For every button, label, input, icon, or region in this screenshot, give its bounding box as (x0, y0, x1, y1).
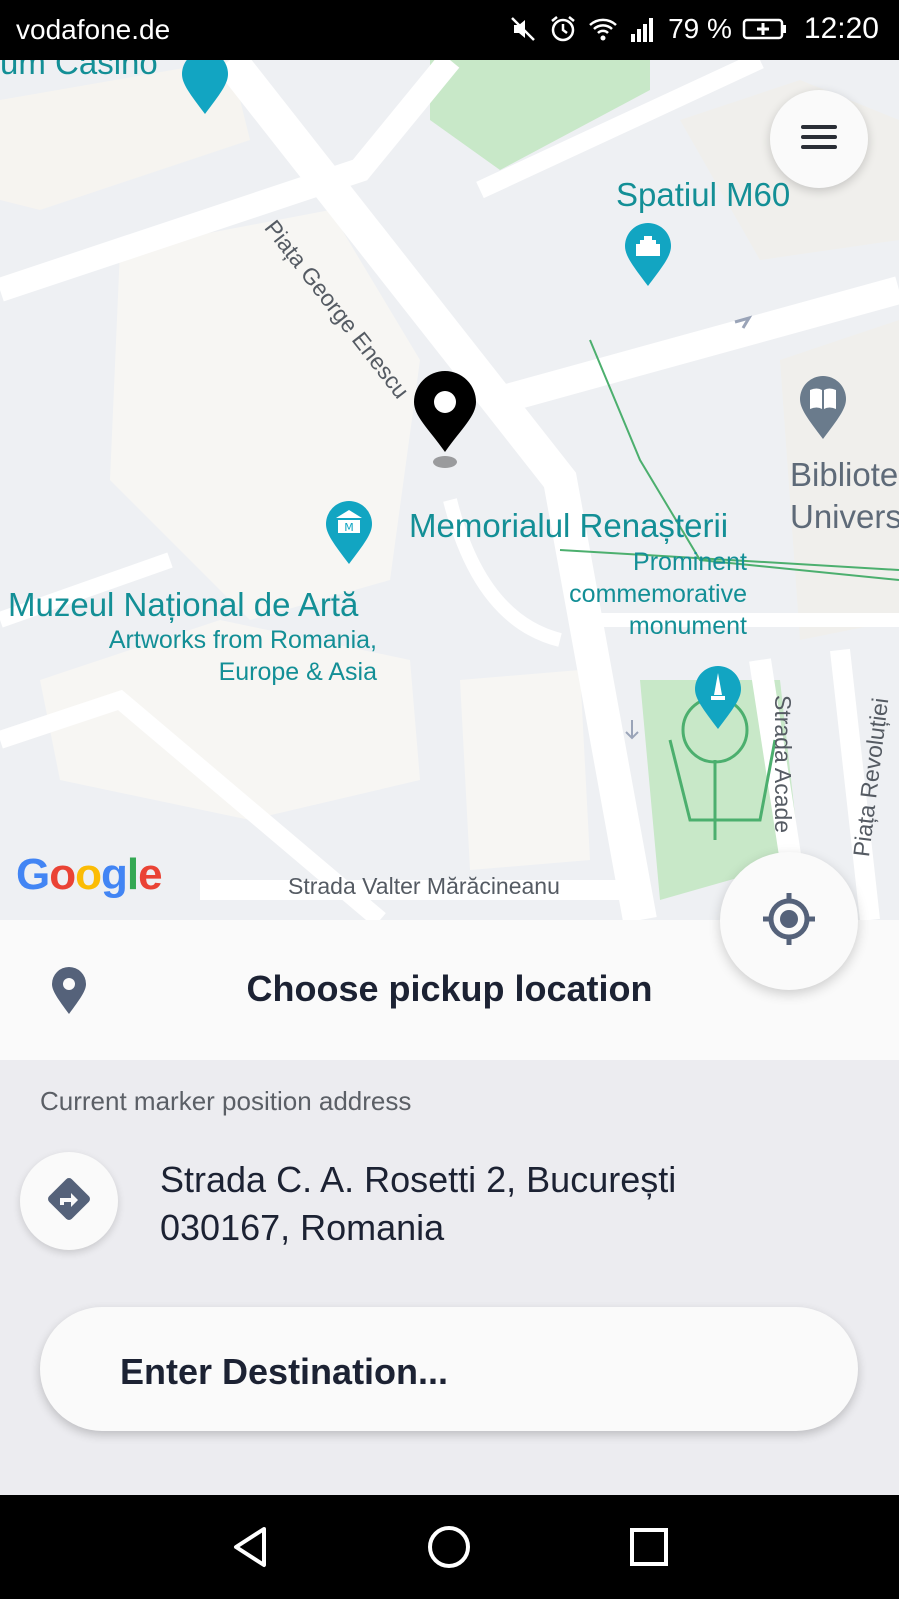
map-label-memorialul-sub-2: commemorative (569, 580, 747, 608)
enter-destination-button[interactable]: Enter Destination... (40, 1307, 858, 1431)
museum-poi-icon[interactable]: M (324, 500, 374, 566)
map-label-biblioteca: Bibliote (790, 456, 899, 493)
destination-label: Enter Destination... (120, 1351, 449, 1392)
google-logo: Google (16, 850, 163, 899)
spatiul-poi-icon[interactable] (623, 222, 673, 288)
status-icons: 79 % 12:20 (508, 12, 879, 46)
map-label-casino: um Casino (0, 60, 158, 81)
mute-icon (508, 14, 538, 44)
clock: 12:20 (803, 12, 879, 45)
map-view[interactable]: M um Casino Spatiul M60 Piața George Ene… (0, 60, 899, 920)
map-label-memorialul: Memorialul Renașterii (409, 507, 729, 544)
casino-poi-icon[interactable] (180, 60, 230, 116)
android-nav-bar (0, 1495, 899, 1599)
hamburger-menu-icon (799, 122, 839, 157)
address-caption: Current marker position address (40, 1086, 412, 1116)
map-label-spatiul: Spatiul M60 (616, 176, 791, 213)
map-label-strada-valter: Strada Valter Mărăcineanu (288, 873, 560, 899)
library-poi-icon[interactable] (798, 375, 848, 441)
directions-button[interactable] (20, 1152, 118, 1250)
battery-percentage: 79 % (668, 13, 732, 44)
current-address: Strada C. A. Rosetti 2, București 030167… (160, 1159, 677, 1248)
map-label-memorialul-sub-3: monument (628, 612, 747, 640)
svg-text:M: M (344, 521, 354, 534)
my-location-button[interactable] (720, 852, 858, 990)
monument-poi-icon[interactable] (693, 665, 743, 731)
status-bar: vodafone.de 79 % 12:20 (0, 0, 899, 60)
battery-charging-icon (742, 14, 788, 44)
address-panel: Current marker position address Strada C… (0, 1060, 899, 1495)
map-label-muzeul-sub-1: Artworks from Romania, (108, 626, 377, 654)
map-label-muzeul-sub-2: Europe & Asia (218, 658, 377, 686)
recents-icon[interactable] (623, 1521, 675, 1573)
signal-icon (628, 14, 658, 44)
pickup-marker[interactable] (410, 370, 480, 470)
home-icon[interactable] (423, 1521, 475, 1573)
map-label-memorialul-sub-1: Prominent (633, 548, 747, 576)
my-location-icon (759, 889, 819, 954)
back-icon[interactable] (224, 1521, 276, 1573)
map-label-strada-acad: Strada Acade (770, 695, 796, 834)
alarm-icon (548, 14, 578, 44)
map-label-muzeul: Muzeul Național de Artă (8, 586, 359, 623)
directions-icon (43, 1173, 95, 1230)
carrier-name: vodafone.de (16, 14, 171, 45)
map-label-universitara: Univers (790, 498, 899, 535)
menu-button[interactable] (770, 90, 868, 188)
wifi-icon (588, 14, 618, 44)
